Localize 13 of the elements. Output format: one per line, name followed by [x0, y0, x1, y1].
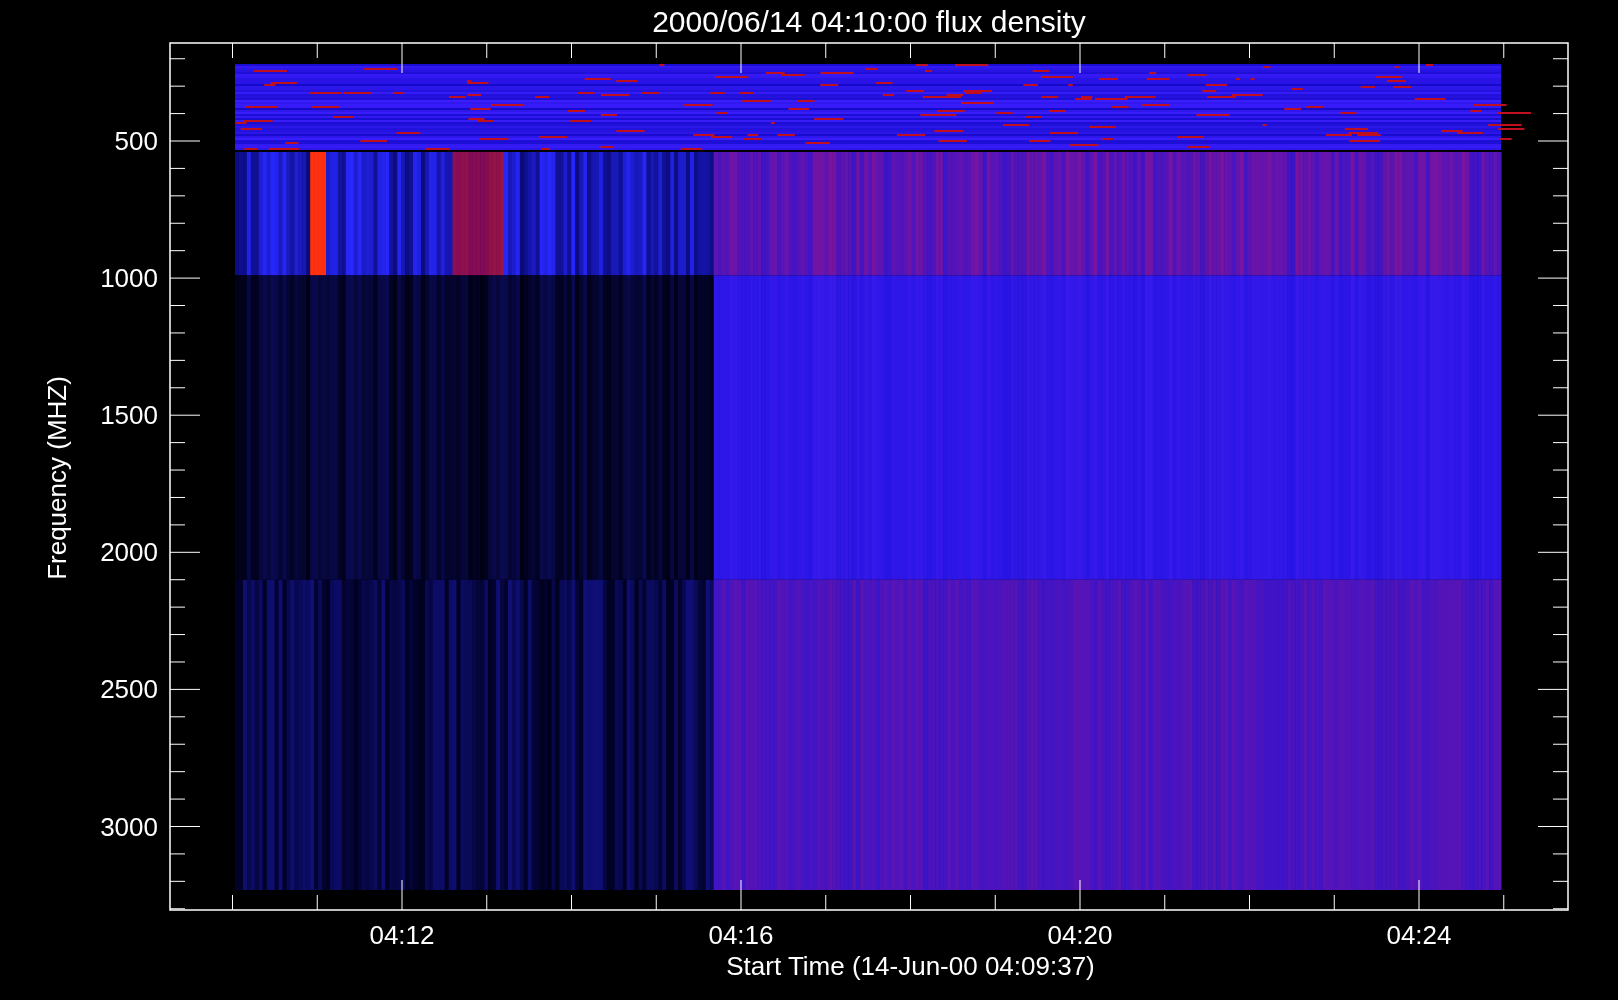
y-tick-label: 1500 [100, 400, 158, 431]
y-tick-label: 500 [114, 126, 158, 156]
plot-title: 2000/06/14 04:10:00 flux density [652, 5, 1086, 38]
y-tick-label: 1000 [100, 263, 158, 294]
x-tick-label: 04:24 [1386, 920, 1452, 950]
y-tick-label: 2500 [100, 674, 158, 705]
x-axis-label: Start Time (14-Jun-00 04:09:37) [726, 951, 1095, 981]
x-tick-label: 04:16 [708, 920, 774, 950]
y-axis-label: Frequency (MHZ) [42, 376, 72, 580]
y-tick-label: 3000 [100, 811, 158, 842]
x-tick-label: 04:20 [1047, 920, 1113, 950]
y-tick-label: 2000 [100, 537, 158, 568]
x-tick-label: 04:12 [369, 920, 435, 950]
